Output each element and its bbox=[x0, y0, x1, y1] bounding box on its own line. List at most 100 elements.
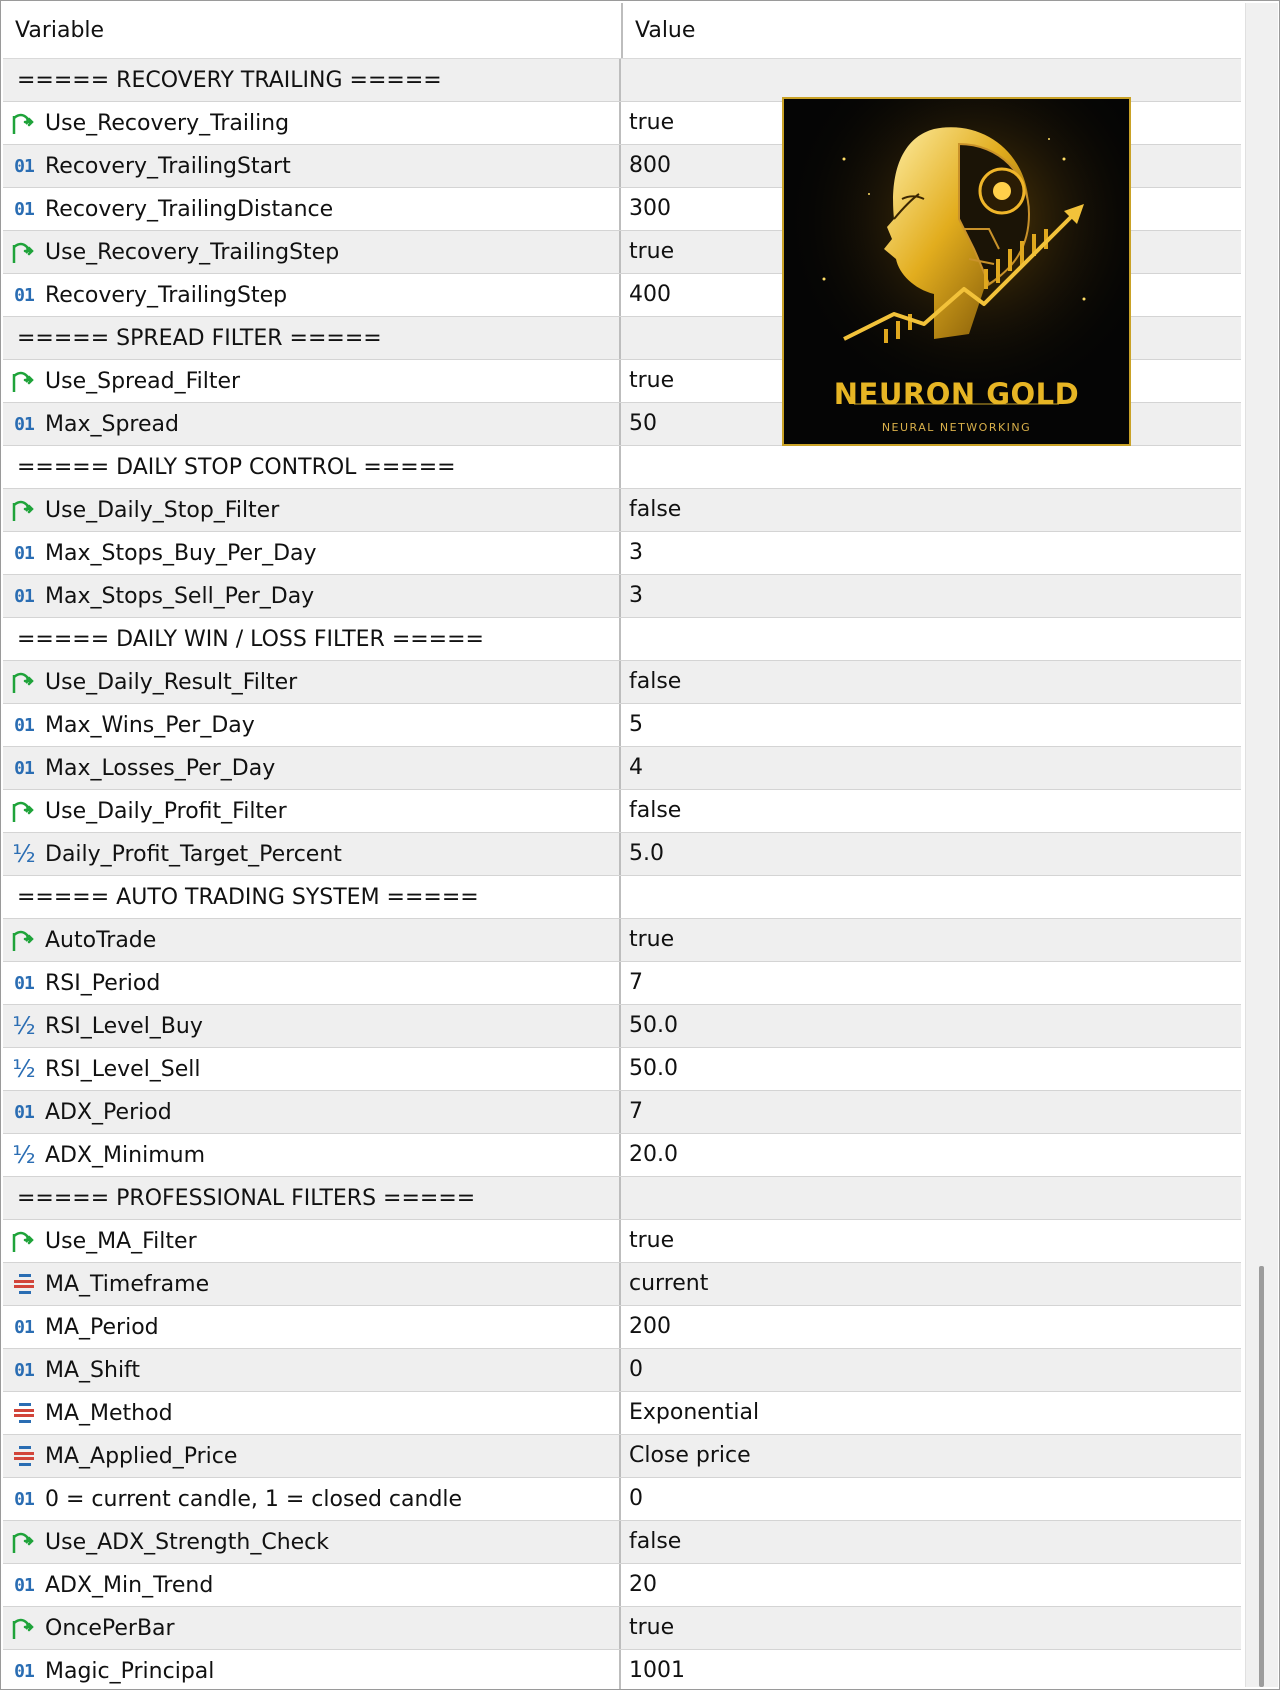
value-cell[interactable]: Close price bbox=[621, 1435, 1241, 1477]
value-cell[interactable]: 20.0 bbox=[621, 1134, 1241, 1176]
scrollbar-thumb[interactable] bbox=[1259, 1266, 1264, 1687]
value-cell[interactable]: 5.0 bbox=[621, 833, 1241, 875]
double-half-icon: ½ bbox=[12, 1054, 36, 1083]
value-cell[interactable]: true bbox=[621, 1607, 1241, 1649]
parameter-row[interactable]: MA_Timeframe current bbox=[3, 1263, 1241, 1306]
variable-name: AutoTrade bbox=[45, 927, 157, 953]
bool-arrow-icon bbox=[7, 1228, 41, 1254]
variable-name: MA_Period bbox=[45, 1314, 159, 1340]
enum-list-icon bbox=[7, 1401, 41, 1425]
value-cell[interactable]: 20 bbox=[621, 1564, 1241, 1606]
parameter-row[interactable]: 01 Max_Wins_Per_Day 5 bbox=[3, 704, 1241, 747]
value-cell[interactable]: false bbox=[621, 489, 1241, 531]
value-cell bbox=[621, 446, 1241, 488]
parameter-row[interactable]: Use_MA_Filter true bbox=[3, 1220, 1241, 1263]
variable-name: ADX_Minimum bbox=[45, 1142, 206, 1168]
value-cell bbox=[621, 59, 1241, 101]
value-cell[interactable]: 50.0 bbox=[621, 1005, 1241, 1047]
variable-cell: 01 Magic_Principal bbox=[3, 1650, 621, 1689]
bool-arrow-icon bbox=[7, 497, 41, 523]
variable-cell: 01 Max_Stops_Sell_Per_Day bbox=[3, 575, 621, 617]
value-cell[interactable]: 4 bbox=[621, 747, 1241, 789]
vertical-scrollbar[interactable] bbox=[1245, 3, 1278, 1687]
parameter-row[interactable]: 01 MA_Period 200 bbox=[3, 1306, 1241, 1349]
variable-cell: ½ RSI_Level_Sell bbox=[3, 1048, 621, 1090]
value-cell[interactable]: 50.0 bbox=[621, 1048, 1241, 1090]
integer-01-icon: 01 bbox=[14, 1359, 35, 1381]
variable-name: ADX_Min_Trend bbox=[45, 1572, 214, 1598]
variable-cell: OncePerBar bbox=[3, 1607, 621, 1649]
parameter-row[interactable]: MA_Method Exponential bbox=[3, 1392, 1241, 1435]
parameter-row[interactable]: Use_Daily_Result_Filter false bbox=[3, 661, 1241, 704]
parameter-row[interactable]: 01 Max_Stops_Buy_Per_Day 3 bbox=[3, 532, 1241, 575]
value-cell[interactable]: Exponential bbox=[621, 1392, 1241, 1434]
parameter-row[interactable]: 01 MA_Shift 0 bbox=[3, 1349, 1241, 1392]
parameter-row[interactable]: OncePerBar true bbox=[3, 1607, 1241, 1650]
value-cell[interactable]: 3 bbox=[621, 532, 1241, 574]
variable-cell: Use_ADX_Strength_Check bbox=[3, 1521, 621, 1563]
parameter-row[interactable]: 01 ADX_Min_Trend 20 bbox=[3, 1564, 1241, 1607]
variable-cell: 01 RSI_Period bbox=[3, 962, 621, 1004]
variable-name: RSI_Level_Buy bbox=[45, 1013, 203, 1039]
variable-name: MA_Applied_Price bbox=[45, 1443, 238, 1469]
parameter-row[interactable]: Use_ADX_Strength_Check false bbox=[3, 1521, 1241, 1564]
section-header-row[interactable]: ===== RECOVERY TRAILING ===== bbox=[3, 59, 1241, 102]
neuron-gold-logo: NEURON GOLD NEURAL NETWORKING bbox=[782, 97, 1131, 446]
variable-cell: 01 Max_Spread bbox=[3, 403, 621, 445]
variable-name: Use_ADX_Strength_Check bbox=[45, 1529, 330, 1555]
section-header-row[interactable]: ===== DAILY WIN / LOSS FILTER ===== bbox=[3, 618, 1241, 661]
inputs-window: Variable Value ===== RECOVERY TRAILING =… bbox=[0, 0, 1280, 1690]
parameter-row[interactable]: MA_Applied_Price Close price bbox=[3, 1435, 1241, 1478]
parameter-row[interactable]: Use_Daily_Profit_Filter false bbox=[3, 790, 1241, 833]
bool-arrow-icon bbox=[7, 110, 41, 136]
variable-cell: Use_Daily_Result_Filter bbox=[3, 661, 621, 703]
value-cell[interactable]: 5 bbox=[621, 704, 1241, 746]
parameter-row[interactable]: 01 0 = current candle, 1 = closed candle 0 bbox=[3, 1478, 1241, 1521]
section-header-row[interactable]: ===== DAILY STOP CONTROL ===== bbox=[3, 446, 1241, 489]
bool-arrow-icon bbox=[7, 1615, 41, 1641]
value-cell[interactable]: false bbox=[621, 661, 1241, 703]
value-cell[interactable]: true bbox=[621, 1220, 1241, 1262]
parameter-row[interactable]: 01 Magic_Principal 1001 bbox=[3, 1650, 1241, 1689]
variable-cell: MA_Applied_Price bbox=[3, 1435, 621, 1477]
grid-header: Variable Value bbox=[3, 3, 1241, 59]
section-title: ===== DAILY STOP CONTROL ===== bbox=[17, 454, 456, 480]
section-header-row[interactable]: ===== PROFESSIONAL FILTERS ===== bbox=[3, 1177, 1241, 1220]
column-header-variable[interactable]: Variable bbox=[3, 3, 623, 58]
value-cell[interactable]: 0 bbox=[621, 1349, 1241, 1391]
value-cell[interactable]: 0 bbox=[621, 1478, 1241, 1520]
integer-01-icon: 01 bbox=[14, 155, 35, 177]
value-cell[interactable]: current bbox=[621, 1263, 1241, 1305]
value-cell[interactable]: 7 bbox=[621, 962, 1241, 1004]
variable-cell: AutoTrade bbox=[3, 919, 621, 961]
variable-cell: 01 MA_Shift bbox=[3, 1349, 621, 1391]
value-cell[interactable]: false bbox=[621, 1521, 1241, 1563]
column-header-value[interactable]: Value bbox=[623, 3, 695, 58]
value-cell[interactable]: 1001 bbox=[621, 1650, 1241, 1689]
parameter-row[interactable]: 01 Max_Losses_Per_Day 4 bbox=[3, 747, 1241, 790]
section-title: ===== DAILY WIN / LOSS FILTER ===== bbox=[17, 626, 484, 652]
variable-name: MA_Method bbox=[45, 1400, 173, 1426]
parameter-row[interactable]: ½ ADX_Minimum 20.0 bbox=[3, 1134, 1241, 1177]
parameter-row[interactable]: 01 ADX_Period 7 bbox=[3, 1091, 1241, 1134]
value-cell[interactable]: 200 bbox=[621, 1306, 1241, 1348]
variable-name: Use_Recovery_TrailingStep bbox=[45, 239, 340, 265]
value-cell[interactable]: 7 bbox=[621, 1091, 1241, 1133]
value-cell[interactable]: true bbox=[621, 919, 1241, 961]
integer-01-icon: 01 bbox=[14, 757, 35, 779]
variable-cell: MA_Method bbox=[3, 1392, 621, 1434]
variable-cell: Use_Daily_Profit_Filter bbox=[3, 790, 621, 832]
parameter-row[interactable]: ½ RSI_Level_Sell 50.0 bbox=[3, 1048, 1241, 1091]
parameter-row[interactable]: ½ Daily_Profit_Target_Percent 5.0 bbox=[3, 833, 1241, 876]
variable-cell: Use_Recovery_TrailingStep bbox=[3, 231, 621, 273]
parameter-row[interactable]: AutoTrade true bbox=[3, 919, 1241, 962]
parameter-row[interactable]: ½ RSI_Level_Buy 50.0 bbox=[3, 1005, 1241, 1048]
variable-cell: Use_Spread_Filter bbox=[3, 360, 621, 402]
parameter-row[interactable]: 01 RSI_Period 7 bbox=[3, 962, 1241, 1005]
section-header-row[interactable]: ===== AUTO TRADING SYSTEM ===== bbox=[3, 876, 1241, 919]
value-cell[interactable]: 3 bbox=[621, 575, 1241, 617]
value-cell[interactable]: false bbox=[621, 790, 1241, 832]
double-half-icon: ½ bbox=[12, 1140, 36, 1169]
parameter-row[interactable]: 01 Max_Stops_Sell_Per_Day 3 bbox=[3, 575, 1241, 618]
parameter-row[interactable]: Use_Daily_Stop_Filter false bbox=[3, 489, 1241, 532]
